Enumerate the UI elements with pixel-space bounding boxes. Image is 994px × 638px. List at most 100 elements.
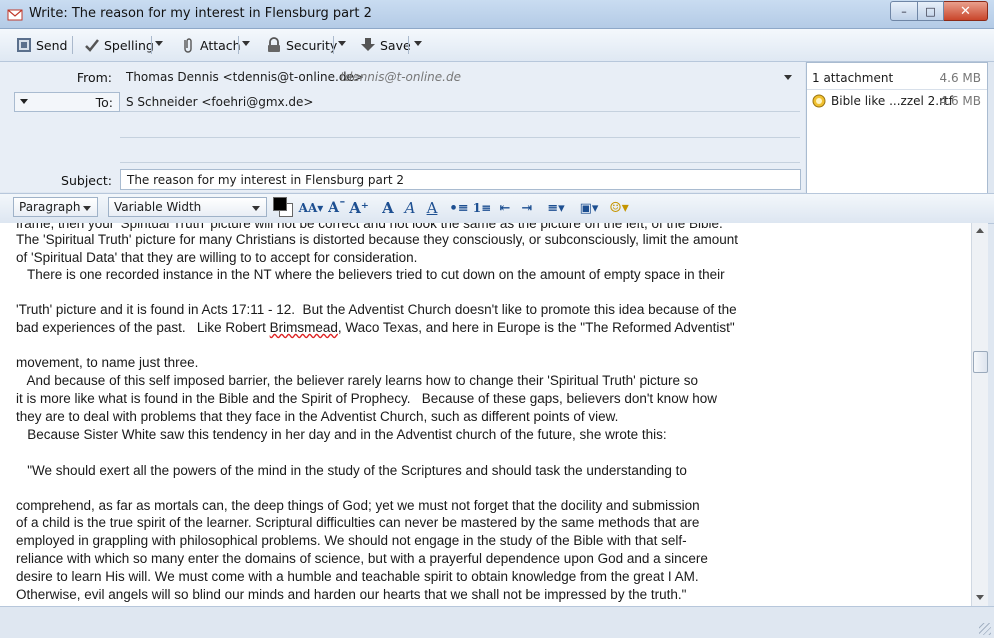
spelling-dropdown-icon[interactable] — [155, 41, 163, 46]
compose-app-icon — [7, 9, 23, 21]
numbered-list-icon: 1≡ — [472, 201, 492, 215]
scroll-up-icon[interactable] — [976, 228, 984, 233]
spelling-label: Spelling — [104, 37, 154, 53]
color-picker[interactable] — [273, 197, 295, 219]
indent-button[interactable]: ⇥ — [517, 198, 537, 218]
body-line: 'Truth' picture and it is found in Acts … — [16, 302, 737, 317]
insert-image-icon: ▣▾ — [579, 200, 599, 216]
body-line: movement, to name just three. — [16, 355, 199, 370]
recipient-divider — [120, 111, 800, 112]
bullet-list-icon: •≡ — [449, 200, 469, 216]
outdent-icon: ⇤ — [499, 200, 511, 216]
rtf-file-icon — [812, 94, 826, 108]
body-line: frame, then your 'Spiritual Truth' pictu… — [16, 223, 723, 231]
font-select[interactable]: Variable Width — [108, 197, 267, 217]
from-address: Thomas Dennis <tdennis@t-online.de> — [126, 70, 364, 84]
paragraph-format-value: Paragraph — [19, 200, 81, 214]
bold-icon: A — [382, 199, 394, 217]
toolbar-separator — [333, 36, 334, 54]
attachment-name: Bible like ...zzel 2.rtf — [831, 94, 953, 108]
toolbar-separator — [72, 36, 73, 54]
save-arrow-icon — [361, 38, 375, 51]
decrease-font-button[interactable]: Aˉ — [328, 198, 346, 218]
save-dropdown-icon[interactable] — [414, 41, 422, 46]
increase-font-button[interactable]: A⁺ — [349, 198, 369, 218]
insert-button[interactable]: ▣▾ — [575, 198, 603, 218]
body-line: desire to learn His will. We must come w… — [16, 569, 699, 584]
title-bar: Write: The reason for my interest in Fle… — [0, 0, 994, 29]
attachment-item[interactable]: Bible like ...zzel 2.rtf 4.6 MB — [807, 91, 987, 111]
minimize-button[interactable]: – — [890, 1, 918, 21]
recipient-type-select[interactable]: To: — [14, 92, 120, 112]
from-dropdown-icon — [784, 75, 792, 80]
empty-recipient-field[interactable] — [120, 139, 800, 161]
bullet-list-button[interactable]: •≡ — [449, 198, 469, 218]
paragraph-format-select[interactable]: Paragraph — [13, 197, 98, 217]
body-line: employed in grappling with philosophical… — [16, 533, 687, 548]
message-body[interactable]: frame, then your 'Spiritual Truth' pictu… — [0, 223, 971, 606]
body-line: "We should exert all the powers of the m… — [16, 463, 687, 478]
body-line: reliance with which so many enter the do… — [16, 551, 708, 566]
smiley-icon: ☺▾ — [609, 200, 629, 216]
subject-label: Subject: — [61, 173, 112, 188]
attach-label: Attach — [200, 37, 241, 53]
attachment-header[interactable]: 1 attachment 4.6 MB — [807, 63, 987, 90]
body-line: And because of this self imposed barrier… — [16, 373, 699, 388]
numbered-list-button[interactable]: 1≡ — [472, 198, 492, 218]
send-button[interactable]: Send — [16, 34, 67, 56]
body-line: comprehend, as far as mortals can, the d… — [16, 498, 700, 513]
align-icon: ≡▾ — [547, 200, 565, 216]
outdent-button[interactable]: ⇤ — [495, 198, 515, 218]
checkmark-icon — [85, 39, 99, 52]
compose-toolbar: Send Spelling Attach Security Save — [0, 29, 994, 62]
send-label: Send — [36, 37, 68, 53]
bold-button[interactable]: A — [379, 198, 397, 218]
subject-value: The reason for my interest in Flensburg … — [127, 173, 404, 187]
increase-font-icon: A⁺ — [349, 199, 369, 217]
underline-button[interactable]: A — [423, 198, 441, 218]
toolbar-separator — [238, 36, 239, 54]
toolbar-separator — [408, 36, 409, 54]
minimize-icon: – — [901, 4, 907, 18]
paragraph-dropdown-icon — [83, 206, 91, 211]
body-line: There is one recorded instance in the NT… — [16, 267, 725, 282]
font-size-smaller-button[interactable]: AA▾ — [298, 198, 324, 218]
body-line: Because Sister White saw this tendency i… — [16, 427, 667, 442]
italic-button[interactable]: A — [401, 198, 419, 218]
close-icon: ✕ — [960, 3, 971, 19]
spelling-button[interactable]: Spelling — [84, 34, 154, 56]
misspelled-word[interactable]: Brimsmead — [270, 320, 338, 335]
security-dropdown-icon[interactable] — [338, 41, 346, 46]
recipient-divider — [120, 162, 800, 163]
close-button[interactable]: ✕ — [944, 1, 988, 21]
security-label: Security — [286, 37, 338, 53]
alignment-button[interactable]: ≡▾ — [543, 198, 569, 218]
underline-icon: A — [426, 199, 438, 217]
body-line: of a child is the true spirit of the lea… — [16, 515, 700, 530]
security-button[interactable]: Security — [266, 34, 337, 56]
attach-dropdown-icon[interactable] — [242, 41, 250, 46]
save-button[interactable]: Save — [360, 34, 411, 56]
smiley-button[interactable]: ☺▾ — [606, 198, 632, 218]
status-bar — [0, 606, 994, 638]
maximize-button[interactable]: □ — [918, 1, 944, 21]
attachment-size: 4.6 MB — [939, 94, 981, 108]
text-color-swatch[interactable] — [273, 197, 287, 211]
attach-button[interactable]: Attach — [180, 34, 241, 56]
subject-input[interactable]: The reason for my interest in Flensburg … — [120, 169, 801, 190]
format-toolbar: Paragraph Variable Width AA▾ Aˉ A⁺ A A A… — [0, 193, 994, 224]
resize-grip-icon[interactable] — [979, 623, 991, 635]
from-select[interactable]: Thomas Dennis <tdennis@t-online.de> tden… — [120, 66, 800, 87]
font-smaller-icon: AA▾ — [298, 201, 324, 215]
address-header: From: Thomas Dennis <tdennis@t-online.de… — [0, 62, 805, 192]
scroll-thumb[interactable] — [973, 351, 988, 373]
from-label: From: — [76, 70, 112, 85]
to-recipient[interactable]: S Schneider <foehri@gmx.de> — [126, 95, 313, 109]
font-dropdown-icon — [252, 206, 260, 211]
save-label: Save — [380, 37, 411, 53]
attachment-total-size: 4.6 MB — [939, 71, 981, 85]
body-line: of 'Spiritual Data' that they are willin… — [16, 250, 418, 265]
scroll-down-icon[interactable] — [976, 595, 984, 600]
send-icon — [17, 38, 31, 52]
vertical-scrollbar[interactable] — [971, 223, 988, 606]
